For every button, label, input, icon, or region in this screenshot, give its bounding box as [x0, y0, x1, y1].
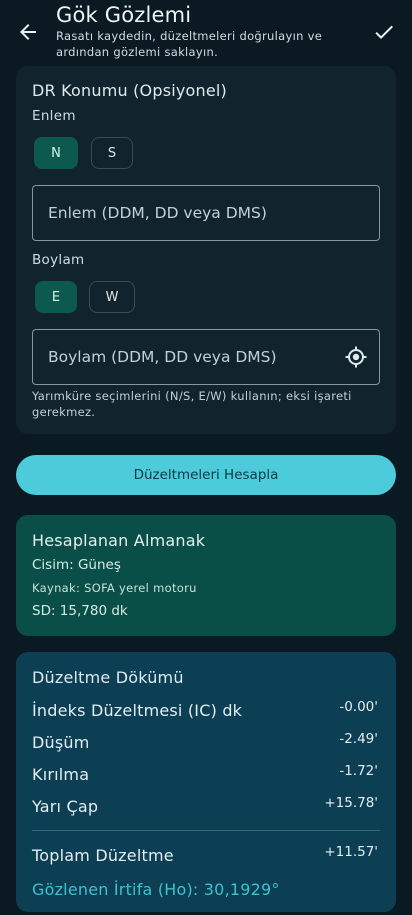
almanac-title: Hesaplanan Almanak [32, 531, 206, 550]
semi-diameter-label: Yarı Çap [32, 797, 99, 816]
latitude-input[interactable] [48, 186, 338, 240]
longitude-input[interactable] [48, 330, 338, 384]
observed-altitude: Gözlenen İrtifa (Ho): 30,1929° [32, 880, 280, 899]
page-title: Gök Gözlemi [56, 3, 192, 27]
longitude-label: Boylam [32, 252, 85, 268]
semi-diameter-value: +15.78' [324, 795, 378, 811]
total-correction-value: +11.57' [324, 844, 378, 860]
dip-label: Düşüm [32, 733, 90, 752]
hemisphere-chip-s[interactable]: S [91, 137, 133, 169]
hemisphere-chip-e[interactable]: E [35, 281, 77, 313]
breakdown-title: Düzeltme Dökümü [32, 668, 184, 687]
hemisphere-chip-n[interactable]: N [34, 137, 78, 169]
longitude-field[interactable] [32, 329, 380, 385]
dr-section-title: DR Konumu (Opsiyonel) [32, 81, 228, 100]
almanac-body: Cisim: Güneş [32, 557, 121, 573]
hemisphere-helper-text: Yarımküre seçimlerini (N/S, E/W) kullanı… [32, 389, 352, 419]
page-subtitle: Rasatı kaydedin, düzeltmeleri doğrulayın… [56, 29, 323, 59]
latitude-field[interactable] [32, 185, 380, 241]
index-correction-label: İndeks Düzeltmesi (IC) dk [32, 701, 243, 720]
index-correction-value: -0.00' [339, 699, 378, 715]
breakdown-divider [32, 830, 380, 831]
compute-corrections-button[interactable]: Düzeltmeleri Hesapla [16, 455, 396, 495]
almanac-semidiameter: SD: 15,780 dk [32, 603, 128, 619]
latitude-label: Enlem [32, 108, 76, 124]
app-bar: Gök Gözlemi Rasatı kaydedin, düzeltmeler… [0, 0, 412, 64]
refraction-label: Kırılma [32, 765, 90, 784]
dr-position-card: DR Konumu (Opsiyonel) Enlem N S Boylam E… [16, 66, 396, 434]
almanac-card: Hesaplanan Almanak Cisim: Güneş Kaynak: … [16, 515, 396, 636]
total-correction-label: Toplam Düzeltme [32, 846, 174, 865]
refraction-value: -1.72' [339, 763, 378, 779]
almanac-source: Kaynak: SOFA yerel motoru [32, 581, 197, 595]
dip-value: -2.49' [339, 731, 378, 747]
correction-breakdown-card: Düzeltme Dökümü İndeks Düzeltmesi (IC) d… [16, 652, 396, 912]
gps-fixed-icon[interactable] [344, 345, 368, 369]
check-icon[interactable] [372, 20, 396, 44]
arrow-back-icon[interactable] [16, 20, 40, 44]
hemisphere-chip-w[interactable]: W [89, 281, 135, 313]
